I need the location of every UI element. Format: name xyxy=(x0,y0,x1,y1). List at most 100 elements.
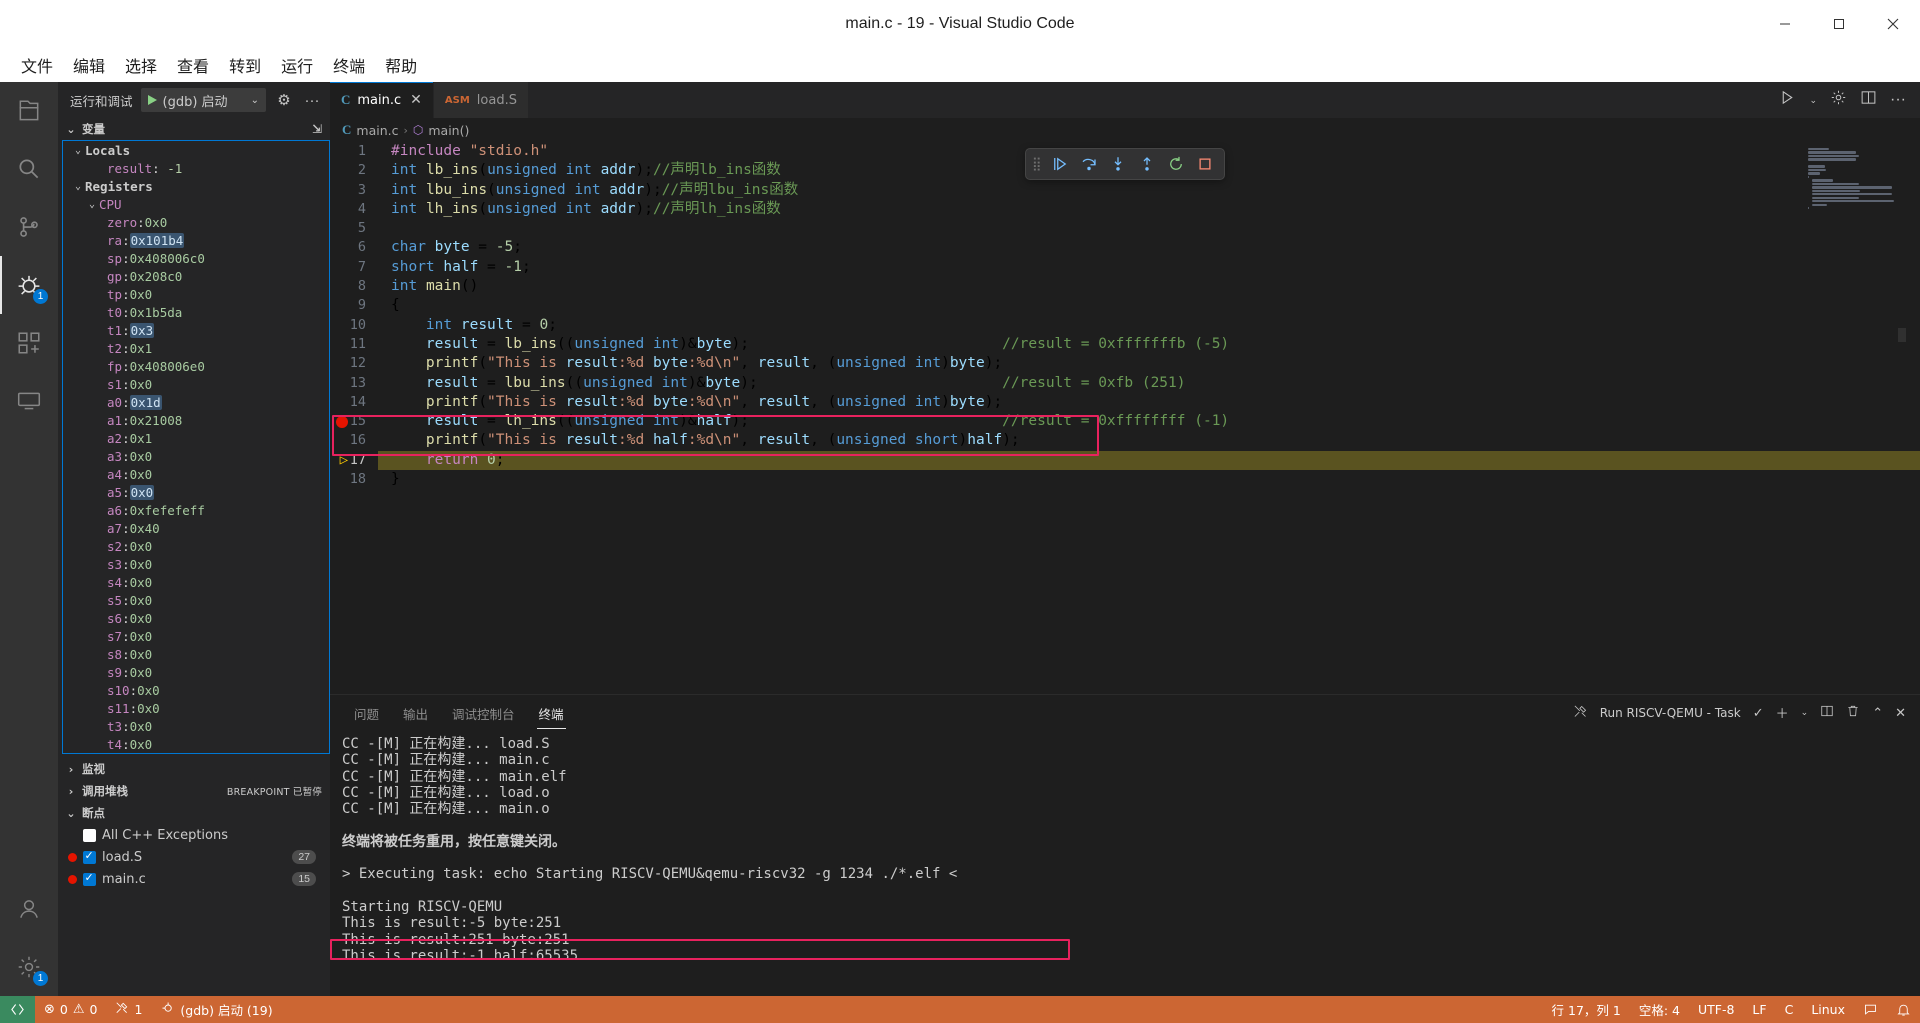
tab-problems[interactable]: 问题 xyxy=(352,697,381,729)
section-call-stack[interactable]: › 调用堆栈 BREAKPOINT 已暂停 xyxy=(58,780,330,802)
language-mode-status[interactable]: C xyxy=(1776,1002,1803,1017)
section-breakpoints[interactable]: ⌄ 断点 xyxy=(58,802,330,824)
code-line-text[interactable]: short half = -1; xyxy=(378,258,1920,277)
step-over-button[interactable] xyxy=(1076,151,1102,177)
stop-button[interactable] xyxy=(1192,151,1218,177)
split-terminal-icon[interactable] xyxy=(1820,704,1834,721)
tab-debug-console[interactable]: 调试控制台 xyxy=(450,697,517,729)
tab-load-s[interactable]: ASM load.S xyxy=(434,82,529,118)
tab-terminal[interactable]: 终端 xyxy=(537,697,566,729)
menu-select[interactable]: 选择 xyxy=(116,49,166,81)
code-line[interactable]: 8int main() xyxy=(330,277,1920,296)
line-number[interactable]: 6 xyxy=(330,238,378,257)
code-line[interactable]: 7short half = -1; xyxy=(330,258,1920,277)
more-actions-icon[interactable]: ··· xyxy=(1890,91,1906,109)
terminal-output[interactable]: CC -[M] 正在构建... load.SCC -[M] 正在构建... ma… xyxy=(330,730,1920,996)
code-line-text[interactable]: int lbu_ins(unsigned int addr);//声明lbu_i… xyxy=(378,181,1920,200)
breakpoint-checkbox[interactable] xyxy=(83,873,96,886)
line-number[interactable]: 9 xyxy=(330,296,378,315)
launch-config-dropdown[interactable]: (gdb) 启动 ⌄ xyxy=(141,88,266,112)
menu-file[interactable]: 文件 xyxy=(12,49,62,81)
run-or-debug-icon[interactable] xyxy=(1779,89,1796,111)
line-number[interactable]: 15 xyxy=(330,412,378,431)
tab-main-c[interactable]: C main.c ✕ xyxy=(330,82,434,118)
collapse-all-icon[interactable]: ⇲ xyxy=(312,122,322,136)
remote-window-icon[interactable] xyxy=(0,996,35,1023)
bell-icon[interactable] xyxy=(1887,1002,1920,1017)
code-line-text[interactable]: result = lh_ins((unsigned int)&half); //… xyxy=(378,412,1920,431)
kill-terminal-icon[interactable] xyxy=(1846,704,1860,721)
step-into-button[interactable] xyxy=(1105,151,1131,177)
register-row[interactable]: t3: 0x0 xyxy=(63,717,329,735)
line-number[interactable]: 11 xyxy=(330,335,378,354)
tree-group-registers[interactable]: ⌄ Registers xyxy=(63,177,329,195)
maximize-button[interactable] xyxy=(1812,0,1866,48)
register-row[interactable]: gp: 0x208c0 xyxy=(63,267,329,285)
code-line[interactable]: 4int lh_ins(unsigned int addr);//声明lh_in… xyxy=(330,200,1920,219)
line-number[interactable]: 12 xyxy=(330,354,378,373)
tree-group-cpu[interactable]: ⌄ CPU xyxy=(63,195,329,213)
chevron-down-icon[interactable]: ⌄ xyxy=(251,95,259,106)
code-line[interactable]: 9{ xyxy=(330,296,1920,315)
code-line[interactable]: 3int lbu_ins(unsigned int addr);//声明lbu_… xyxy=(330,181,1920,200)
register-row[interactable]: a6: 0xfefefeff xyxy=(63,501,329,519)
register-row[interactable]: t4: 0x0 xyxy=(63,735,329,753)
line-number[interactable]: 4 xyxy=(330,200,378,219)
debug-settings-gear-icon[interactable]: ⚙ xyxy=(274,91,294,109)
chevron-down-icon[interactable]: ⌄ xyxy=(1809,95,1817,106)
code-editor[interactable]: ⣿ xyxy=(330,142,1920,694)
register-row[interactable]: sp: 0x408006c0 xyxy=(63,249,329,267)
run-and-debug-icon[interactable]: 1 xyxy=(0,256,58,314)
minimize-button[interactable] xyxy=(1758,0,1812,48)
register-row[interactable]: tp: 0x0 xyxy=(63,285,329,303)
code-line-text[interactable]: { xyxy=(378,296,1920,315)
code-line-text[interactable]: int lh_ins(unsigned int addr);//声明lh_ins… xyxy=(378,200,1920,219)
register-row[interactable]: zero: 0x0 xyxy=(63,213,329,231)
accounts-icon[interactable] xyxy=(0,880,58,938)
register-row[interactable]: ra: 0x101b4 xyxy=(63,231,329,249)
code-line[interactable]: 12 printf("This is result:%d byte:%d\n",… xyxy=(330,354,1920,373)
line-number[interactable]: 8 xyxy=(330,277,378,296)
remote-explorer-icon[interactable] xyxy=(0,372,58,430)
settings-gear-icon[interactable] xyxy=(1830,89,1847,111)
register-row[interactable]: s3: 0x0 xyxy=(63,555,329,573)
register-row[interactable]: a5: 0x0 xyxy=(63,483,329,501)
search-icon[interactable] xyxy=(0,140,58,198)
line-number[interactable]: 18 xyxy=(330,470,378,489)
tree-group-locals[interactable]: ⌄ Locals xyxy=(63,141,329,159)
code-line[interactable]: 13 result = lbu_ins((unsigned int)&byte)… xyxy=(330,374,1920,393)
code-line-text[interactable]: result = lbu_ins((unsigned int)&byte); /… xyxy=(378,374,1920,393)
terminal-task-name[interactable]: Run RISCV-QEMU - Task xyxy=(1600,706,1741,720)
chevron-down-icon[interactable]: ⌄ xyxy=(1801,707,1809,718)
code-line[interactable]: 6char byte = -5; xyxy=(330,238,1920,257)
start-debug-icon[interactable] xyxy=(148,95,157,105)
cursor-position[interactable]: 行 17，列 1 xyxy=(1543,1000,1630,1019)
register-row[interactable]: s11: 0x0 xyxy=(63,699,329,717)
feedback-icon[interactable] xyxy=(1854,1002,1887,1017)
line-number[interactable]: 2 xyxy=(330,161,378,180)
breakpoint-row-loadS[interactable]: load.S 27 xyxy=(58,846,330,868)
continue-button[interactable] xyxy=(1047,151,1073,177)
code-line-text[interactable]: result = lb_ins((unsigned int)&byte); //… xyxy=(378,335,1920,354)
code-line[interactable]: 17▷ return 0; xyxy=(330,451,1920,470)
section-watch[interactable]: › 监视 xyxy=(58,758,330,780)
code-line-text[interactable]: } xyxy=(378,470,1920,489)
restart-button[interactable] xyxy=(1163,151,1189,177)
line-number[interactable]: 13 xyxy=(330,374,378,393)
code-line-text[interactable]: int result = 0; xyxy=(378,316,1920,335)
line-number[interactable]: 5 xyxy=(330,219,378,238)
variable-row-result[interactable]: result: -1 xyxy=(63,159,329,177)
problems-status[interactable]: ⊗ 0 ⚠ 0 xyxy=(35,996,106,1023)
code-line-text[interactable]: return 0; xyxy=(378,451,1920,470)
register-row[interactable]: s5: 0x0 xyxy=(63,591,329,609)
register-row[interactable]: a2: 0x1 xyxy=(63,429,329,447)
close-button[interactable] xyxy=(1866,0,1920,48)
line-number[interactable]: 1 xyxy=(330,142,378,161)
register-row[interactable]: t1: 0x3 xyxy=(63,321,329,339)
code-line-text[interactable]: int main() xyxy=(378,277,1920,296)
ports-status[interactable]: 1 xyxy=(106,996,151,1023)
register-row[interactable]: a4: 0x0 xyxy=(63,465,329,483)
register-row[interactable]: t2: 0x1 xyxy=(63,339,329,357)
breadcrumb-symbol[interactable]: main() xyxy=(428,123,469,138)
register-row[interactable]: a1: 0x21008 xyxy=(63,411,329,429)
